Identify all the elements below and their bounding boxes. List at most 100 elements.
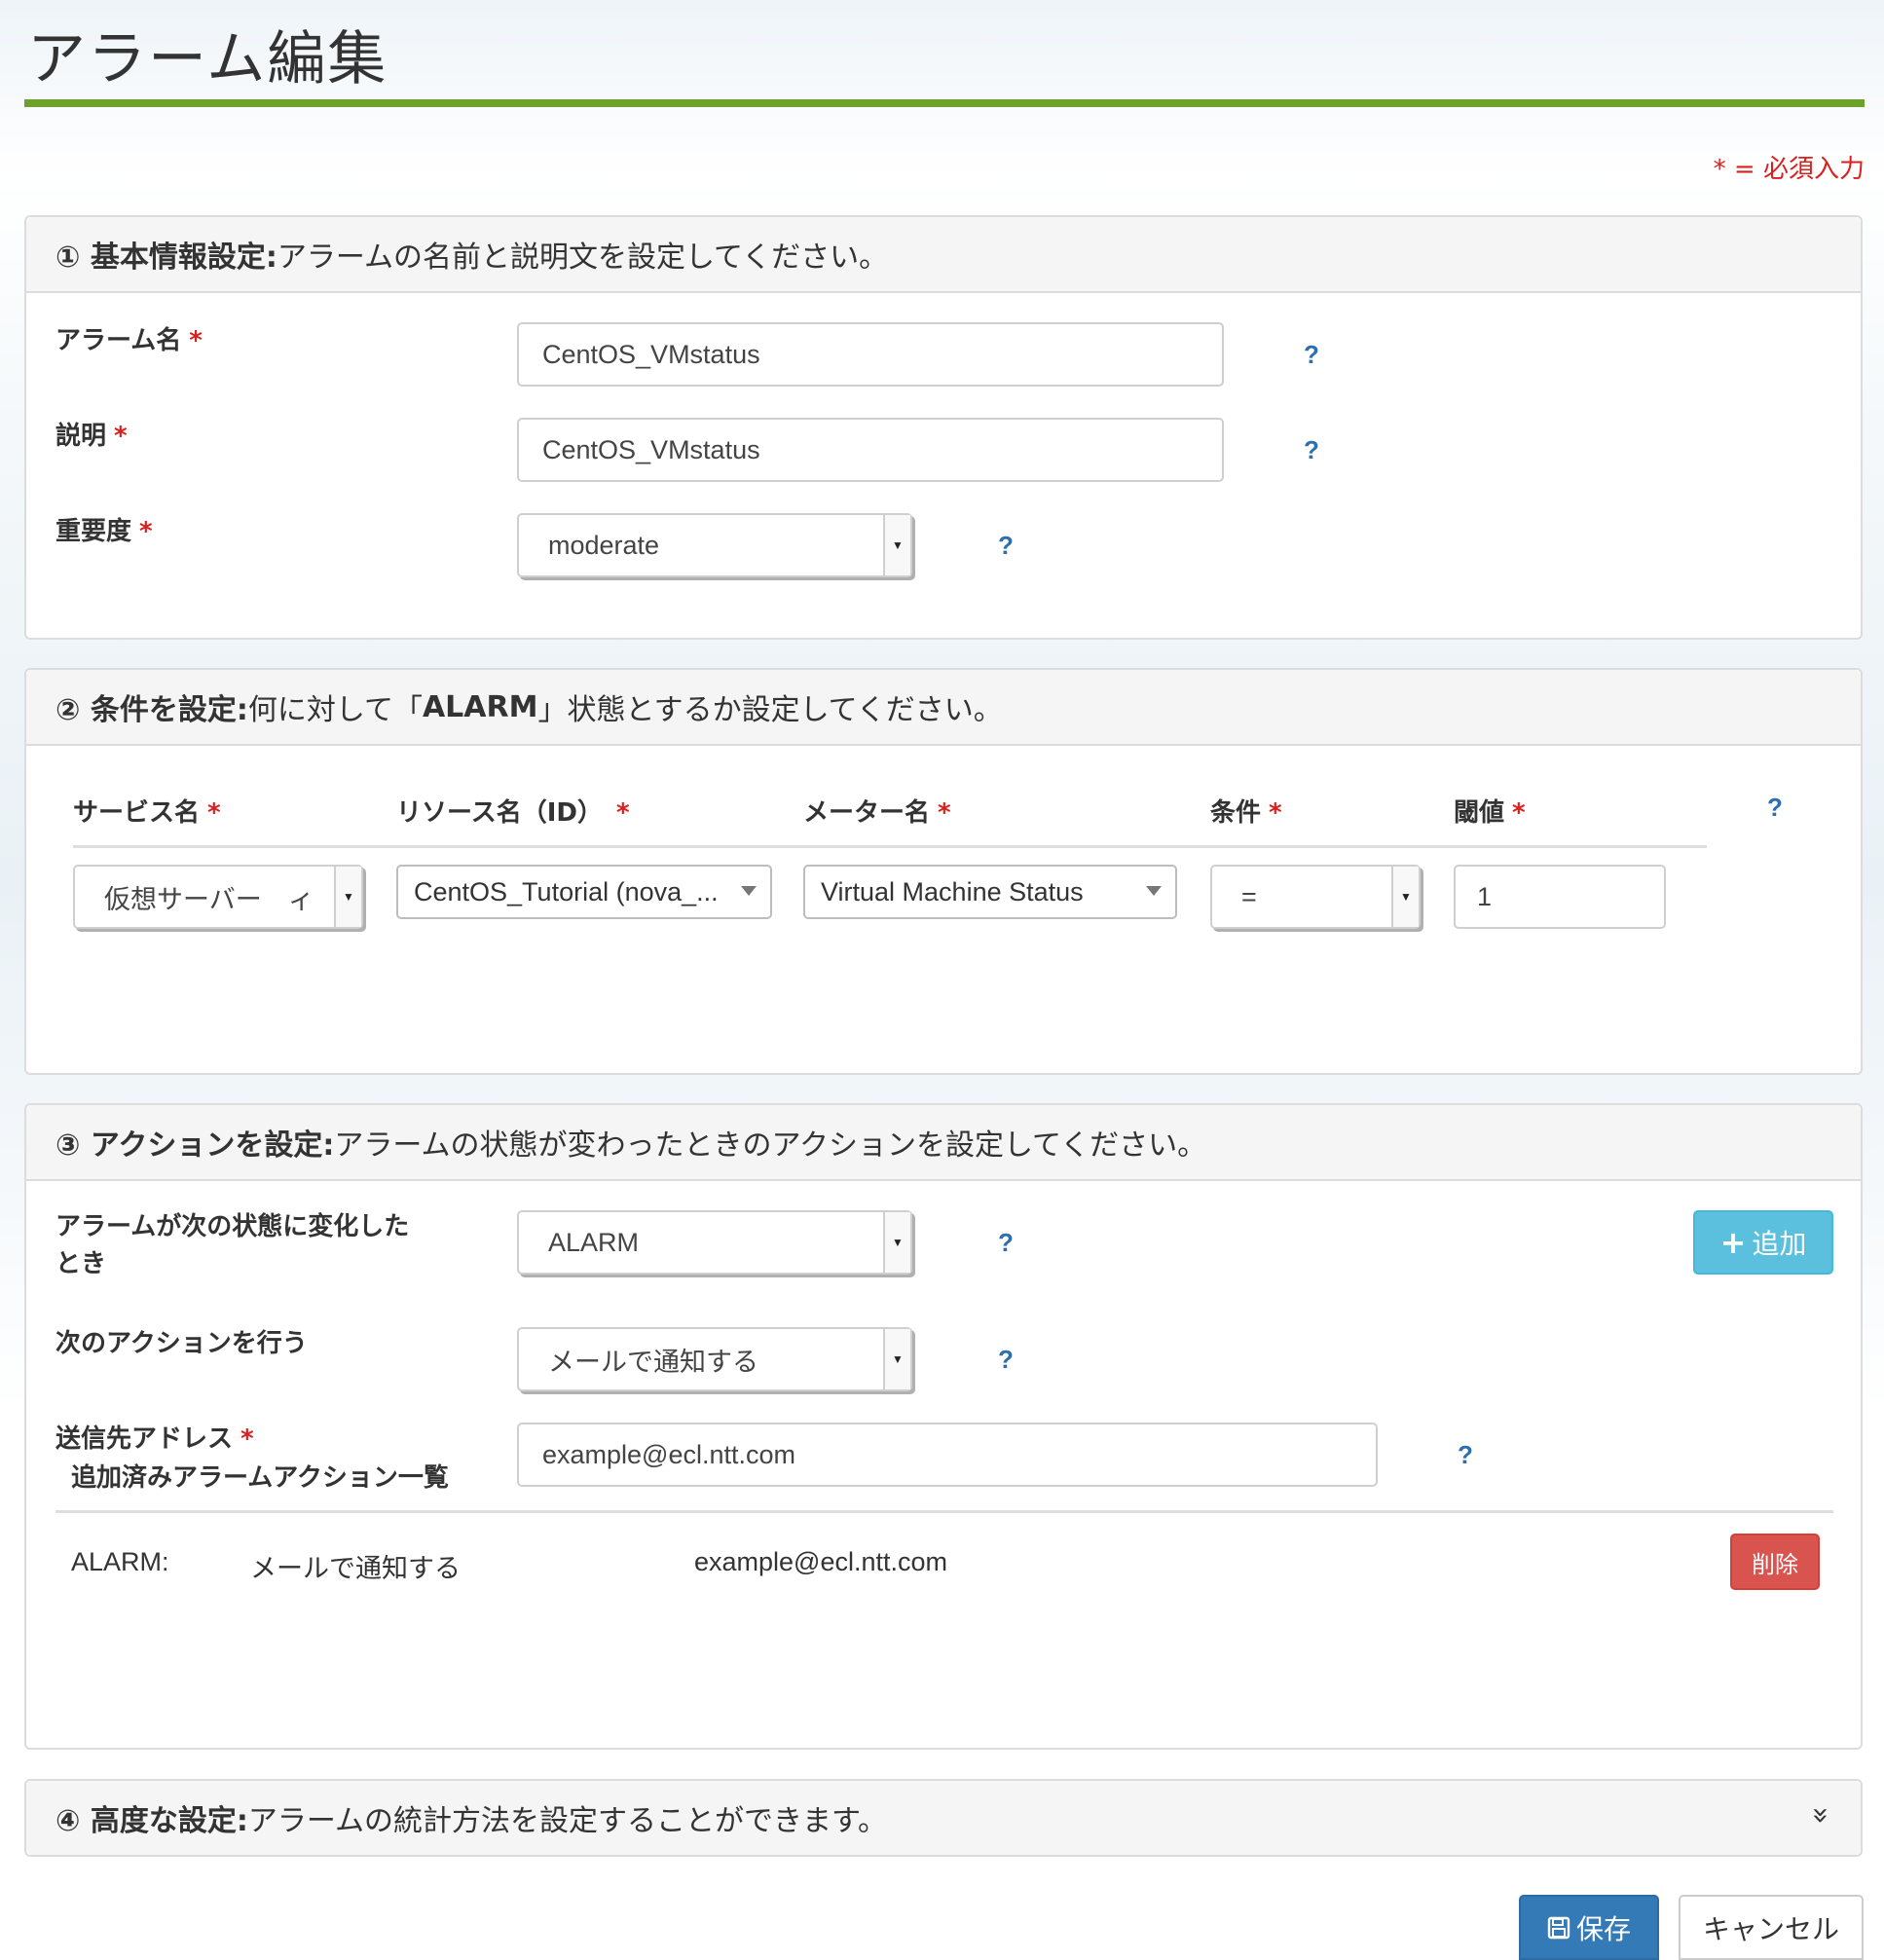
address-label: 送信先アドレス * xyxy=(55,1421,254,1458)
description-label-text: 説明 xyxy=(55,422,107,451)
resource-select[interactable]: CentOS_Tutorial (nova_... xyxy=(396,865,772,919)
meter-value: Virtual Machine Status xyxy=(821,876,1084,906)
address-input[interactable]: example@ecl.ntt.com xyxy=(517,1423,1378,1487)
required-mark: * xyxy=(1512,798,1526,828)
chevron-down-icon: ▼ xyxy=(883,1212,910,1273)
condition-help-icon[interactable]: ? xyxy=(1767,793,1783,823)
action-heading: ③ アクションを設定: アラームの状態が変わったときのアクションを設定してくださ… xyxy=(26,1105,1861,1181)
action-panel: ③ アクションを設定: アラームの状態が変わったときのアクションを設定してくださ… xyxy=(24,1103,1863,1750)
alarm-state-select[interactable]: ALARM ▼ xyxy=(517,1210,912,1275)
action-row-address: example@ecl.ntt.com xyxy=(694,1547,948,1576)
service-value: 仮想サーバー ィ xyxy=(104,884,314,914)
meter-select[interactable]: Virtual Machine Status xyxy=(803,865,1177,919)
condition-column-text: 条件 xyxy=(1210,798,1262,828)
alarm-name-input[interactable]: CentOS_VMstatus xyxy=(517,322,1224,387)
condition-header-divider xyxy=(73,845,1707,848)
required-mark: * xyxy=(189,326,203,355)
condition-operator-value: = xyxy=(1241,881,1257,911)
action-row-action: メールで通知する xyxy=(250,1554,461,1583)
chevron-down-icon: ▼ xyxy=(334,867,361,927)
alarm-state-label-line1: アラームが次の状態に変化した xyxy=(55,1212,410,1241)
required-mark: * xyxy=(240,1424,254,1454)
next-action-help-icon[interactable]: ? xyxy=(998,1345,1014,1375)
chevron-down-icon: ▼ xyxy=(883,515,910,575)
chevron-down-icon: ▼ xyxy=(1391,867,1419,927)
action-list-title: 追加済みアラームアクション一覧 xyxy=(71,1463,449,1493)
action-heading-bold: ③ アクションを設定: xyxy=(55,1128,335,1163)
threshold-column-header: 閾値 * xyxy=(1454,793,1526,829)
caret-down-icon xyxy=(1146,886,1162,896)
required-mark: * xyxy=(114,422,128,451)
alarm-name-help-icon[interactable]: ? xyxy=(1304,340,1319,370)
description-label: 説明 * xyxy=(55,418,128,455)
alarm-state-help-icon[interactable]: ? xyxy=(998,1228,1014,1258)
advanced-heading[interactable]: ④ 高度な設定: アラームの統計方法を設定することができます。 xyxy=(26,1781,1861,1855)
advanced-heading-bold: ④ 高度な設定: xyxy=(55,1804,248,1838)
alarm-state-label: アラームが次の状態に変化した とき xyxy=(55,1208,409,1282)
plus-icon: + xyxy=(1719,1224,1747,1261)
next-action-label: 次のアクションを行う xyxy=(55,1325,308,1362)
save-button[interactable]: 保存 xyxy=(1519,1895,1659,1960)
advanced-heading-text: アラームの統計方法を設定することができます。 xyxy=(247,1804,887,1838)
condition-column-header: 条件 * xyxy=(1210,793,1282,829)
add-action-button[interactable]: + 追加 xyxy=(1693,1210,1833,1275)
required-mark: * xyxy=(139,517,153,546)
save-button-label: 保存 xyxy=(1575,1912,1631,1945)
severity-value: moderate xyxy=(548,530,660,560)
condition-panel: ② 条件を設定: 何に対して「 ALARM 」状態とするか設定してください。 サービ… xyxy=(24,668,1863,1075)
address-label-text: 送信先アドレス xyxy=(55,1424,234,1454)
alarm-state-value: ALARM xyxy=(548,1227,640,1257)
next-action-select[interactable]: メールで通知する ▼ xyxy=(517,1327,912,1391)
chevron-down-icon: ▼ xyxy=(883,1329,910,1389)
action-heading-text: アラームの状態が変わったときのアクションを設定してください。 xyxy=(334,1128,1207,1163)
condition-operator-select[interactable]: = ▼ xyxy=(1210,865,1421,929)
required-mark: * xyxy=(938,798,951,828)
action-list-divider xyxy=(55,1510,1833,1513)
required-mark: * xyxy=(207,798,221,828)
required-mark: * xyxy=(615,798,630,828)
basic-info-panel: ① 基本情報設定: アラームの名前と説明文を設定してください。 アラーム名 * C… xyxy=(24,215,1863,640)
basic-info-heading-bold: ① 基本情報設定: xyxy=(55,240,277,275)
double-chevron-down-icon[interactable]: » xyxy=(1803,1806,1837,1824)
meter-column-header: メーター名 * xyxy=(803,793,951,829)
meter-column-text: メーター名 xyxy=(803,798,931,828)
condition-heading-text-pre: 何に対して「 xyxy=(247,693,423,727)
service-column-header: サービス名 * xyxy=(73,793,221,829)
alarm-name-label-text: アラーム名 xyxy=(55,326,182,355)
address-help-icon[interactable]: ? xyxy=(1458,1440,1473,1470)
alarm-name-label: アラーム名 * xyxy=(55,322,203,359)
basic-info-heading-text: アラームの名前と説明文を設定してください。 xyxy=(277,240,889,275)
floppy-disk-icon xyxy=(1547,1916,1570,1939)
condition-heading-text-post: 」状態とするか設定してください。 xyxy=(537,693,1003,727)
resource-value: CentOS_Tutorial (nova_... xyxy=(414,876,719,906)
required-mark: * xyxy=(1269,798,1282,828)
service-column-text: サービス名 xyxy=(73,798,201,828)
basic-info-heading: ① 基本情報設定: アラームの名前と説明文を設定してください。 xyxy=(26,217,1861,293)
severity-select[interactable]: moderate ▼ xyxy=(517,513,912,577)
delete-action-button[interactable]: 削除 xyxy=(1730,1534,1820,1590)
title-divider xyxy=(24,99,1865,107)
alarm-state-label-line2: とき xyxy=(55,1249,107,1278)
threshold-column-text: 閾値 xyxy=(1454,798,1505,828)
condition-heading-bold: ② 条件を設定: xyxy=(55,693,248,727)
next-action-label-text: 次のアクションを行う xyxy=(55,1329,308,1358)
condition-heading: ② 条件を設定: 何に対して「 ALARM 」状態とするか設定してください。 xyxy=(26,670,1861,746)
action-row-state: ALARM: xyxy=(71,1547,169,1576)
severity-label-text: 重要度 xyxy=(55,517,132,546)
severity-help-icon[interactable]: ? xyxy=(998,531,1014,561)
resource-column-header: リソース名（ID） * xyxy=(396,793,630,829)
caret-down-icon xyxy=(741,886,757,896)
cancel-button[interactable]: キャンセル xyxy=(1679,1895,1864,1960)
page-title: アラーム編集 xyxy=(27,25,388,93)
description-input[interactable]: CentOS_VMstatus xyxy=(517,418,1224,482)
resource-column-text: リソース名（ID） xyxy=(396,798,603,828)
add-action-label: 追加 xyxy=(1752,1228,1807,1260)
condition-heading-alarm: ALARM xyxy=(422,689,538,724)
advanced-panel[interactable]: ④ 高度な設定: アラームの統計方法を設定することができます。 » xyxy=(24,1779,1863,1857)
service-select[interactable]: 仮想サーバー ィ ▼ xyxy=(73,865,363,929)
required-note: * = 必須入力 xyxy=(1713,155,1865,184)
severity-label: 重要度 * xyxy=(55,513,153,550)
description-help-icon[interactable]: ? xyxy=(1304,435,1319,465)
next-action-value: メールで通知する xyxy=(548,1347,758,1377)
threshold-input[interactable]: 1 xyxy=(1454,865,1666,929)
